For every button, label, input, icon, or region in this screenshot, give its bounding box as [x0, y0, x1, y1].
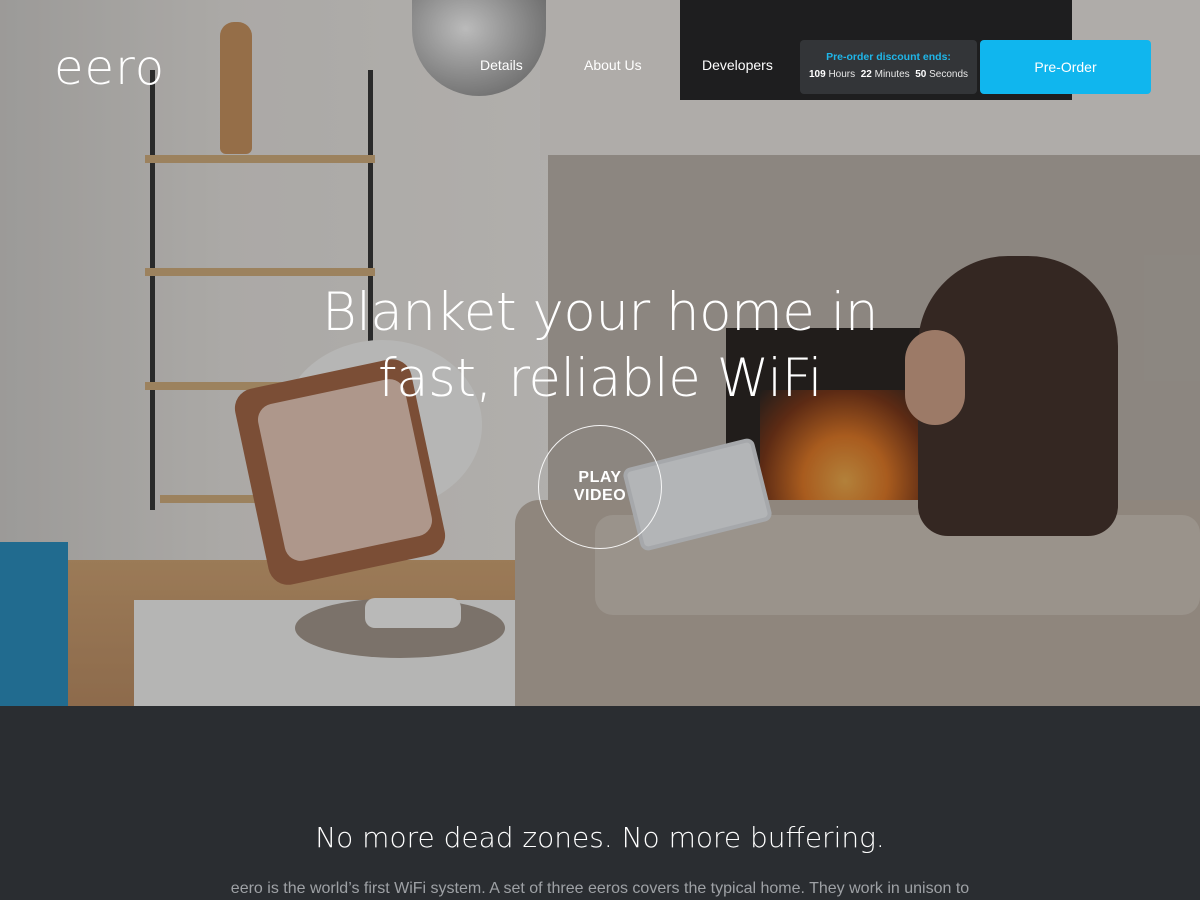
nav-link-details[interactable]: Details: [480, 57, 523, 73]
countdown-title: Pre-order discount ends:: [826, 51, 951, 63]
hero-section: eero Details About Us Developers Pre-ord…: [0, 0, 1200, 706]
countdown-seconds-label: Seconds: [929, 69, 969, 80]
countdown-hours-label: Hours: [828, 69, 856, 80]
nav-link-about-us[interactable]: About Us: [584, 57, 642, 73]
hero-headline: Blanket your home in fast, reliable WiFi: [0, 280, 1200, 412]
nav-link-developers[interactable]: Developers: [702, 57, 773, 73]
features-intro-section: No more dead zones. No more buffering. e…: [0, 706, 1200, 900]
hero-headline-line2: fast, reliable WiFi: [377, 348, 823, 409]
countdown-minutes-label: Minutes: [874, 69, 910, 80]
countdown-hours-value: 109: [808, 69, 826, 80]
play-video-label-line1: PLAY: [578, 469, 622, 486]
countdown-timer: 109 Hours 22 Minutes 50 Seconds: [800, 69, 977, 80]
eero-logo[interactable]: eero: [54, 44, 165, 92]
preorder-button[interactable]: Pre-Order: [980, 40, 1151, 94]
section-body-text: eero is the world’s first WiFi system. A…: [230, 880, 970, 897]
hero-headline-line1: Blanket your home in: [322, 282, 878, 343]
play-video-button[interactable]: PLAY VIDEO: [538, 425, 662, 549]
preorder-countdown: Pre-order discount ends: 109 Hours 22 Mi…: [800, 40, 977, 94]
play-video-label-line2: VIDEO: [573, 487, 627, 504]
countdown-seconds-value: 50: [915, 69, 927, 80]
countdown-minutes-value: 22: [860, 69, 872, 80]
section-heading: No more dead zones. No more buffering.: [315, 821, 885, 854]
